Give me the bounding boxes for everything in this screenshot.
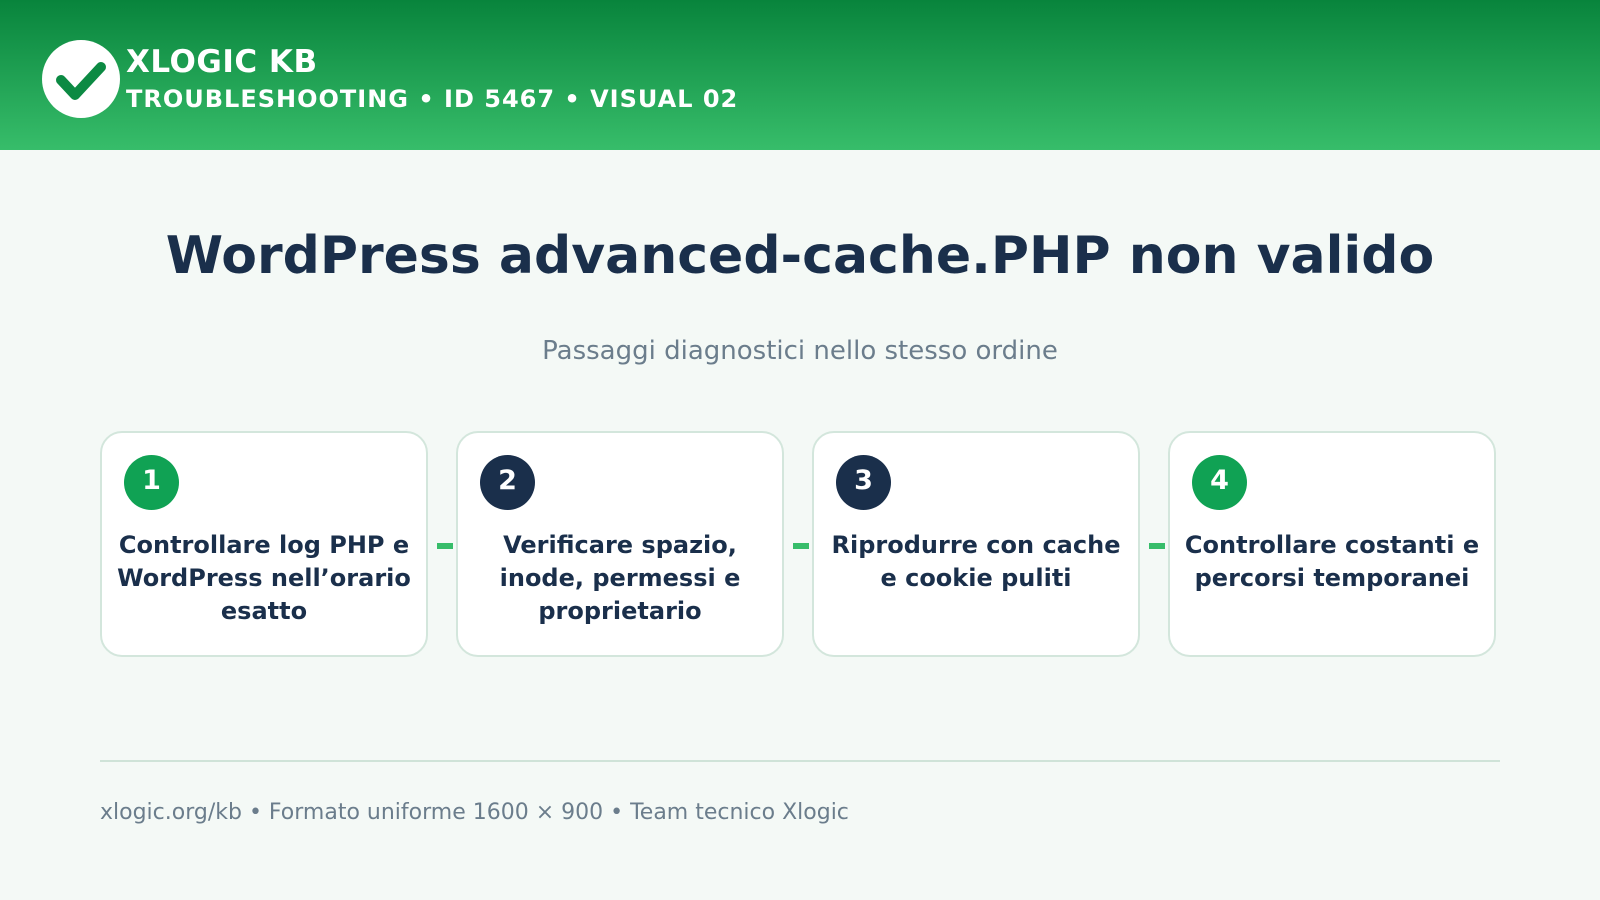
page-title: WordPress advanced-cache.PHP non valido [165, 226, 1435, 286]
step-card-4: 4 Controllare costanti e percorsi tempor… [1168, 431, 1496, 657]
footer-divider [100, 760, 1500, 762]
checkmark-icon [56, 62, 106, 100]
step-number-badge: 3 [836, 455, 891, 510]
step-number-badge: 2 [480, 455, 535, 510]
step-card-3: 3 Riprodurre con cache e cookie puliti [812, 431, 1140, 657]
step-connector [793, 543, 809, 549]
brand-subtitle: TROUBLESHOOTING • ID 5467 • VISUAL 02 [126, 85, 739, 113]
header-banner: XLOGIC KB TROUBLESHOOTING • ID 5467 • VI… [0, 0, 1600, 150]
step-connector [437, 543, 453, 549]
step-text: Controllare log PHP e WordPress nell’ora… [117, 531, 411, 625]
step-number-badge: 4 [1192, 455, 1247, 510]
step-card-2: 2 Verificare spazio, inode, permessi e p… [456, 431, 784, 657]
footer-text: xlogic.org/kb • Formato uniforme 1600 × … [100, 800, 849, 825]
step-card-1: 1 Controllare log PHP e WordPress nell’o… [100, 431, 428, 657]
step-text: Riprodurre con cache e cookie puliti [831, 531, 1121, 592]
step-text: Verificare spazio, inode, permessi e pro… [499, 531, 741, 625]
step-connector [1149, 543, 1165, 549]
steps-row: 1 Controllare log PHP e WordPress nell’o… [100, 431, 1500, 661]
logo [42, 40, 120, 118]
page-subtitle: Passaggi diagnostici nello stesso ordine [542, 336, 1058, 366]
brand-title: XLOGIC KB [126, 44, 318, 80]
step-text: Controllare costanti e percorsi temporan… [1184, 531, 1480, 592]
step-number-badge: 1 [124, 455, 179, 510]
